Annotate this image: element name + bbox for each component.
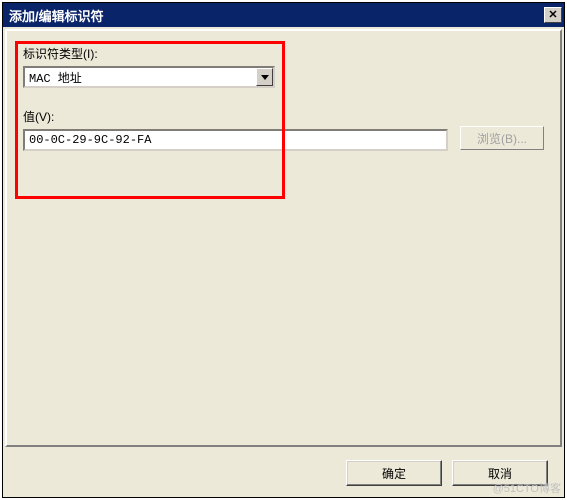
identifier-type-select[interactable]: MAC 地址 bbox=[23, 66, 275, 88]
value-input[interactable] bbox=[23, 129, 448, 151]
value-label: 值(V): bbox=[23, 108, 448, 125]
close-icon: ✕ bbox=[548, 10, 557, 21]
dialog-window: 添加/编辑标识符 ✕ 标识符类型(I): MAC 地址 值(V): 浏览(B).… bbox=[2, 2, 565, 498]
browse-button: 浏览(B)... bbox=[460, 126, 544, 150]
titlebar: 添加/编辑标识符 ✕ bbox=[3, 3, 564, 27]
close-button[interactable]: ✕ bbox=[544, 7, 562, 23]
chevron-down-icon[interactable] bbox=[256, 68, 273, 86]
watermark-text: @51CTO博客 bbox=[493, 480, 561, 496]
identifier-type-value: MAC 地址 bbox=[25, 69, 256, 86]
ok-button[interactable]: 确定 bbox=[346, 460, 442, 486]
window-title: 添加/编辑标识符 bbox=[9, 6, 104, 25]
dialog-footer: 确定 取消 bbox=[3, 449, 564, 497]
spacer bbox=[23, 96, 544, 108]
identifier-type-row: 标识符类型(I): MAC 地址 bbox=[23, 45, 544, 88]
value-row-wrap: 值(V): 浏览(B)... bbox=[23, 108, 544, 151]
dialog-content: 标识符类型(I): MAC 地址 值(V): 浏览(B)... bbox=[5, 29, 562, 447]
identifier-type-label: 标识符类型(I): bbox=[23, 45, 544, 62]
